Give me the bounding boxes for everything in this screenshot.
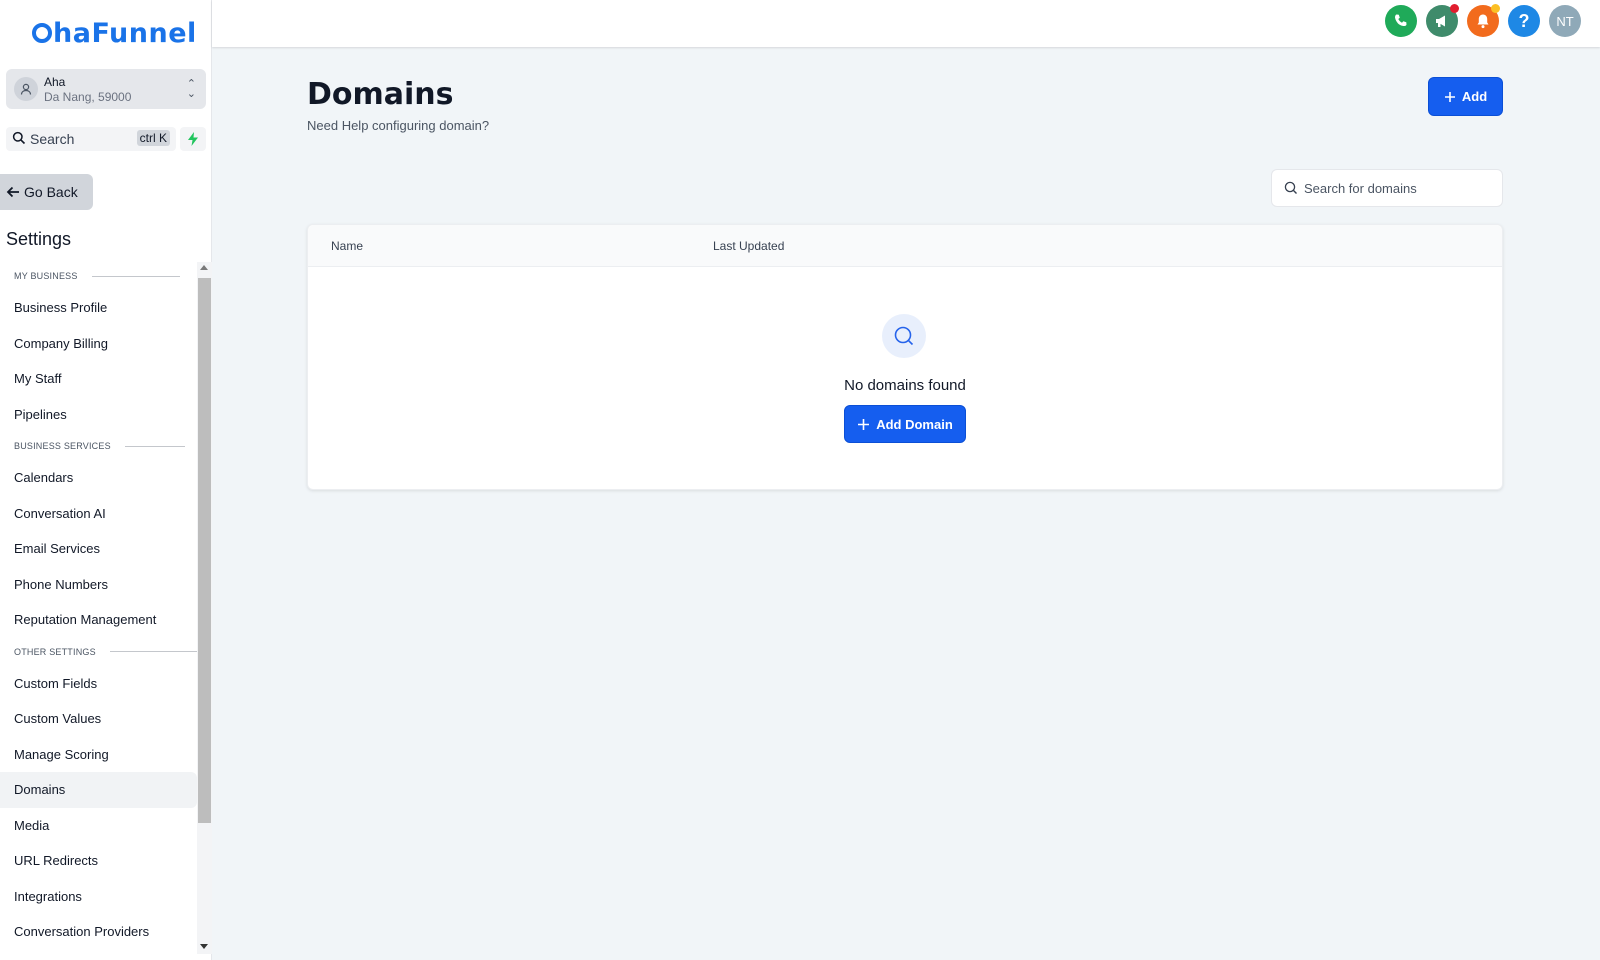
column-header-name[interactable]: Name — [331, 239, 363, 253]
go-back-label: Go Back — [24, 184, 78, 200]
location-name: Aha — [44, 75, 66, 89]
nav-item-media[interactable]: Media — [0, 808, 197, 844]
plus-icon — [858, 418, 870, 430]
search-icon — [12, 131, 26, 150]
notification-dot — [1450, 4, 1459, 13]
section-label: BUSINESS SERVICES — [14, 441, 111, 451]
sidebar-scrollbar[interactable] — [197, 262, 212, 954]
sidebar-search-label: Search — [30, 131, 75, 147]
logo-mark — [32, 23, 52, 43]
nav-item-custom-values[interactable]: Custom Values — [0, 701, 197, 737]
empty-search-icon — [882, 314, 926, 358]
announcements-button[interactable] — [1426, 4, 1459, 37]
sidebar-search[interactable]: Search ctrl K — [6, 127, 176, 151]
bolt-icon — [188, 132, 198, 146]
section-label: OTHER SETTINGS — [14, 646, 96, 657]
top-bar: ? NT — [212, 0, 1600, 47]
section-label: MY BUSINESS — [14, 271, 78, 281]
nav-section-other-settings: OTHER SETTINGS — [0, 638, 212, 666]
table-header: Name Last Updated — [308, 225, 1502, 267]
user-avatar[interactable]: NT — [1549, 5, 1581, 37]
domains-table: Name Last Updated No domains found Add D… — [307, 224, 1503, 490]
chevron-updown-icon: ⌃ ⌄ — [186, 78, 196, 100]
search-icon — [1284, 181, 1298, 200]
nav-item-pipelines[interactable]: Pipelines — [0, 397, 197, 433]
nav-item-calendars[interactable]: Calendars — [0, 460, 197, 496]
location-address: Da Nang, 59000 — [44, 90, 132, 104]
section-divider — [91, 275, 180, 277]
bell-icon — [1477, 14, 1489, 29]
nav-item-domains[interactable]: Domains — [0, 772, 197, 808]
add-button-label: Add — [1461, 89, 1488, 104]
app-logo[interactable]: haFunnel — [32, 18, 197, 49]
domain-search-placeholder: Search for domains — [1304, 181, 1417, 196]
column-header-last-updated[interactable]: Last Updated — [713, 239, 784, 253]
page-title: Domains — [307, 77, 454, 112]
notification-dot — [1491, 4, 1500, 13]
help-icon: ? — [1518, 10, 1530, 31]
user-initials: NT — [1556, 13, 1574, 29]
nav-item-reputation-management[interactable]: Reputation Management — [0, 602, 197, 638]
help-button[interactable]: ? — [1508, 5, 1540, 37]
scroll-down-arrow[interactable] — [200, 944, 208, 949]
add-button[interactable]: Add — [1428, 77, 1503, 116]
section-divider — [124, 445, 185, 447]
empty-state-text: No domains found — [844, 377, 966, 394]
help-configuring-link[interactable]: Need Help configuring domain? — [307, 118, 489, 133]
megaphone-icon — [1436, 15, 1445, 27]
nav-item-url-redirects[interactable]: URL Redirects — [0, 843, 197, 879]
nav-item-email-services[interactable]: Email Services — [0, 531, 197, 567]
domain-search-input[interactable]: Search for domains — [1271, 169, 1503, 207]
nav-item-integrations[interactable]: Integrations — [0, 879, 197, 915]
go-back-button[interactable]: Go Back — [0, 174, 93, 210]
sidebar: haFunnel Aha Da Nang, 59000 ⌃ ⌄ Search ct… — [0, 0, 212, 960]
search-shortcut-badge: ctrl K — [136, 130, 170, 146]
scroll-up-arrow[interactable] — [200, 265, 208, 270]
nav-item-custom-fields[interactable]: Custom Fields — [0, 666, 197, 702]
nav-item-conversation-providers[interactable]: Conversation Providers — [0, 914, 197, 950]
nav-section-business-services: BUSINESS SERVICES — [0, 432, 212, 460]
phone-button[interactable] — [1385, 5, 1417, 37]
quick-actions-button[interactable] — [180, 127, 206, 151]
phone-icon — [1395, 14, 1407, 26]
settings-title: Settings — [6, 229, 72, 249]
add-domain-label: Add Domain — [876, 416, 953, 432]
location-switcher[interactable]: Aha Da Nang, 59000 ⌃ ⌄ — [6, 69, 206, 109]
arrow-left-icon — [6, 186, 19, 198]
nav-item-company-billing[interactable]: Company Billing — [0, 326, 197, 362]
nav-section-my-business: MY BUSINESS — [0, 262, 212, 290]
location-icon — [14, 77, 38, 101]
settings-nav: MY BUSINESS Business Profile Company Bil… — [0, 262, 212, 954]
notifications-button[interactable] — [1467, 4, 1500, 37]
plus-icon — [1444, 91, 1455, 102]
nav-item-conversation-ai[interactable]: Conversation AI — [0, 496, 197, 532]
nav-item-business-profile[interactable]: Business Profile — [0, 290, 197, 326]
nav-item-phone-numbers[interactable]: Phone Numbers — [0, 567, 197, 603]
scroll-thumb[interactable] — [198, 278, 211, 823]
nav-item-manage-scoring[interactable]: Manage Scoring — [0, 737, 197, 773]
add-domain-button[interactable]: Add Domain — [844, 405, 966, 443]
logo-text: haFunnel — [53, 18, 197, 49]
nav-item-my-staff[interactable]: My Staff — [0, 361, 197, 397]
section-divider — [109, 651, 198, 652]
